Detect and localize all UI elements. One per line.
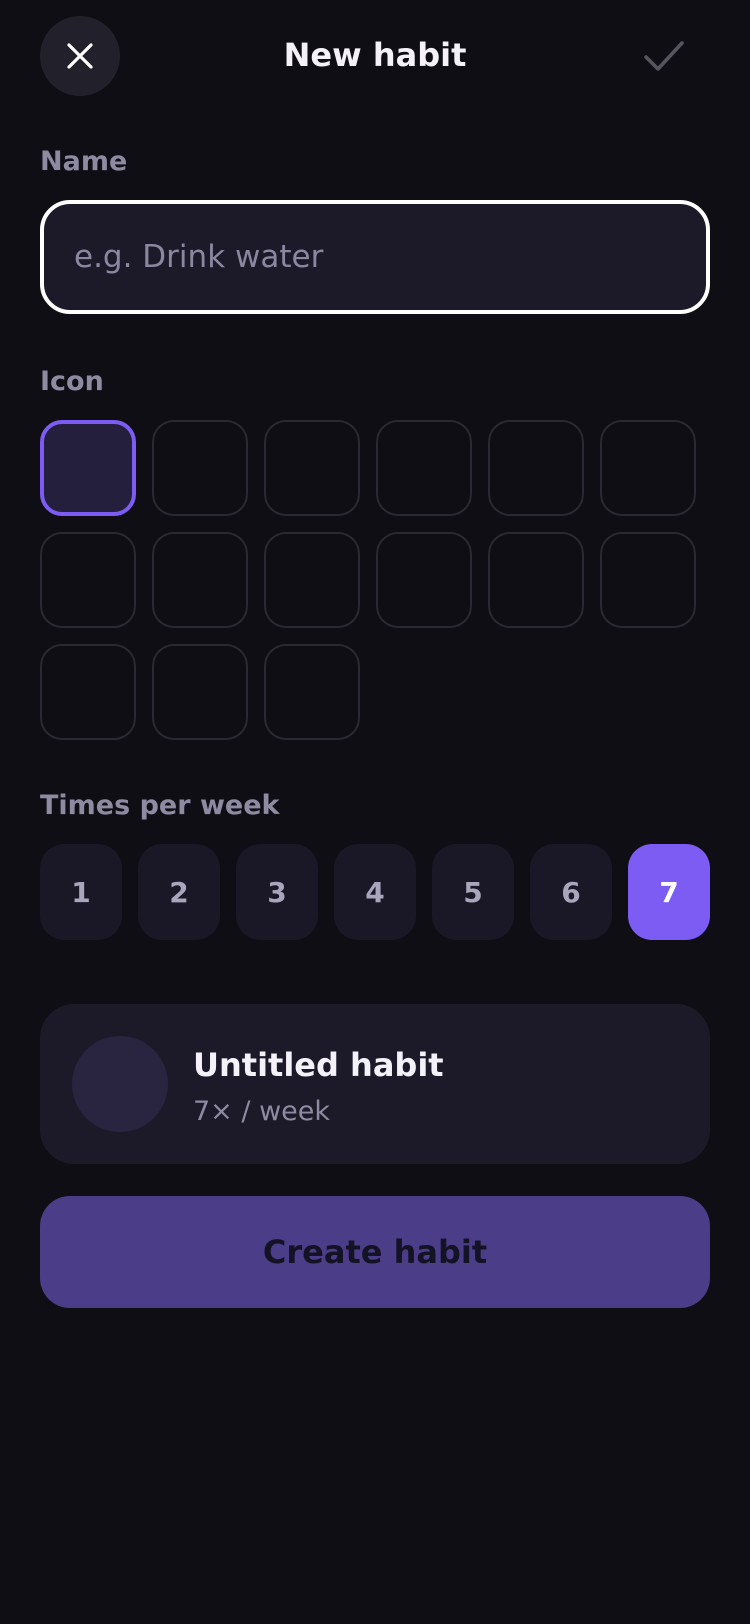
icon-label: Icon	[40, 366, 104, 397]
habit-preview-title: Untitled habit	[193, 1046, 444, 1084]
times-per-week-label: Times per week	[40, 790, 280, 821]
icon-option[interactable]	[152, 532, 248, 628]
icon-option[interactable]	[40, 532, 136, 628]
icon-option[interactable]	[264, 644, 360, 740]
times-option-1[interactable]: 1	[40, 844, 122, 940]
icon-option[interactable]	[600, 420, 696, 516]
icon-option[interactable]	[40, 644, 136, 740]
icon-option[interactable]	[376, 420, 472, 516]
times-per-week-selector: 1 2 3 4 5 6 7	[40, 844, 710, 940]
icon-option[interactable]	[152, 420, 248, 516]
icon-option[interactable]	[152, 644, 248, 740]
habit-preview-icon	[72, 1036, 168, 1132]
times-option-7[interactable]: 7	[628, 844, 710, 940]
icon-picker-grid	[40, 420, 710, 740]
habit-name-input[interactable]	[40, 200, 710, 314]
header: New habit	[0, 0, 750, 112]
icon-option[interactable]	[600, 532, 696, 628]
checkmark-icon	[644, 41, 684, 71]
icon-option[interactable]	[264, 532, 360, 628]
name-label: Name	[40, 146, 128, 177]
icon-option[interactable]	[488, 420, 584, 516]
times-option-5[interactable]: 5	[432, 844, 514, 940]
new-habit-screen: New habit Name Icon Times per week 1 2 3…	[0, 0, 750, 1624]
icon-option[interactable]	[376, 532, 472, 628]
times-option-4[interactable]: 4	[334, 844, 416, 940]
times-option-3[interactable]: 3	[236, 844, 318, 940]
times-option-6[interactable]: 6	[530, 844, 612, 940]
icon-option[interactable]	[488, 532, 584, 628]
habit-preview-card: Untitled habit 7× / week	[40, 1004, 710, 1164]
confirm-button[interactable]	[636, 32, 692, 80]
habit-preview-frequency: 7× / week	[193, 1096, 331, 1127]
create-habit-button[interactable]: Create habit	[40, 1196, 710, 1308]
icon-option[interactable]	[264, 420, 360, 516]
times-option-2[interactable]: 2	[138, 844, 220, 940]
icon-option-selected[interactable]	[40, 420, 136, 516]
